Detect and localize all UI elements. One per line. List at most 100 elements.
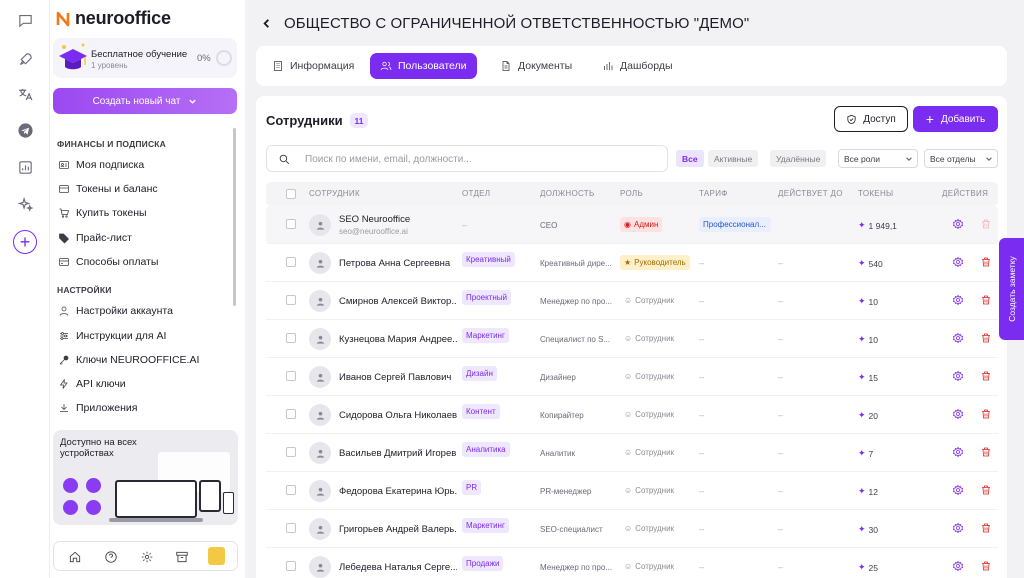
delete-trash-icon[interactable] [980, 522, 992, 534]
chart-icon[interactable] [14, 156, 36, 178]
translate-icon[interactable] [14, 83, 36, 105]
menu-item-keys[interactable]: Ключи NEUROOFFICE.AI [58, 351, 199, 369]
employee-name[interactable]: Григорьев Андрей Валерь... [339, 524, 457, 535]
help-icon[interactable] [103, 549, 118, 564]
delete-trash-icon[interactable] [980, 370, 992, 382]
row-checkbox[interactable] [286, 219, 296, 229]
employee-name[interactable]: SEO Neurooffice [339, 214, 457, 225]
table-row[interactable]: Смирнов Алексей Виктор... Проектный Мене… [266, 282, 998, 320]
table-row[interactable]: Лебедева Наталья Серге... Продажи Менедж… [266, 548, 998, 578]
delete-trash-icon[interactable] [980, 256, 992, 268]
settings-icon[interactable] [139, 549, 154, 564]
delete-trash-icon[interactable] [980, 446, 992, 458]
devices-banner[interactable]: Доступно на всех устройствах [53, 430, 238, 525]
apple-icon[interactable] [63, 478, 78, 493]
menu-item-tokens[interactable]: Токены и баланс [58, 180, 158, 198]
column-header[interactable]: ОТДЕЛ [462, 189, 490, 198]
employee-name[interactable]: Кузнецова Мария Андрее... [339, 334, 457, 345]
table-row[interactable]: Иванов Сергей Павлович Дизайн Дизайнер ☺… [266, 358, 998, 396]
table-row[interactable]: Григорьев Андрей Валерь... Маркетинг SEO… [266, 510, 998, 548]
employee-name[interactable]: Иванов Сергей Павлович [339, 372, 457, 383]
column-header[interactable]: ТОКЕНЫ [858, 189, 893, 198]
settings-gear-icon[interactable] [952, 294, 964, 306]
table-row[interactable]: SEO Neurooffice seo@neurooffice.ai – CEO… [266, 206, 998, 244]
row-checkbox[interactable] [286, 295, 296, 305]
home-icon[interactable] [67, 549, 82, 564]
row-checkbox[interactable] [286, 561, 296, 571]
settings-gear-icon[interactable] [952, 484, 964, 496]
delete-trash-icon[interactable] [980, 294, 992, 306]
employee-name[interactable]: Сидорова Ольга Николаев... [339, 410, 457, 421]
android-icon[interactable] [63, 500, 78, 515]
settings-gear-icon[interactable] [952, 332, 964, 344]
tab-documents[interactable]: Документы [490, 53, 582, 79]
settings-gear-icon[interactable] [952, 560, 964, 572]
archive-icon[interactable] [174, 549, 189, 564]
delete-trash-icon[interactable] [980, 332, 992, 344]
filter-deleted[interactable]: Удалённые [770, 150, 827, 167]
filter-active[interactable]: Активные [708, 150, 759, 167]
row-checkbox[interactable] [286, 371, 296, 381]
row-checkbox[interactable] [286, 485, 296, 495]
create-note-tab[interactable]: Создать заметку [999, 238, 1024, 340]
menu-item-payment-methods[interactable]: Способы оплаты [58, 253, 158, 271]
row-checkbox[interactable] [286, 257, 296, 267]
telegram-icon[interactable] [86, 500, 101, 515]
employee-name[interactable]: Федорова Екатерина Юрь... [339, 486, 457, 497]
menu-item-api-keys[interactable]: API ключи [58, 375, 126, 393]
windows-icon[interactable] [86, 478, 101, 493]
settings-gear-icon[interactable] [952, 522, 964, 534]
column-header[interactable]: СОТРУДНИК [309, 189, 360, 198]
column-header[interactable]: РОЛЬ [620, 189, 643, 198]
menu-item-price-list[interactable]: Прайс-лист [58, 229, 132, 247]
table-row[interactable]: Петрова Анна Сергеевна Креативный Креати… [266, 244, 998, 282]
employee-name[interactable]: Лебедева Наталья Серге... [339, 562, 457, 573]
delete-trash-icon[interactable] [980, 560, 992, 572]
row-checkbox[interactable] [286, 333, 296, 343]
row-checkbox[interactable] [286, 523, 296, 533]
new-chat-button[interactable]: Создать новый чат [53, 88, 237, 114]
settings-gear-icon[interactable] [952, 446, 964, 458]
column-header[interactable]: ДОЛЖНОСТЬ [540, 189, 595, 198]
delete-trash-icon[interactable] [980, 484, 992, 496]
back-button[interactable] [257, 14, 275, 32]
gift-icon[interactable] [208, 547, 225, 565]
row-checkbox[interactable] [286, 447, 296, 457]
table-row[interactable]: Федорова Екатерина Юрь... PR PR-менеджер… [266, 472, 998, 510]
menu-item-ai-instructions[interactable]: Инструкции для AI [58, 327, 166, 345]
column-header[interactable]: ДЕЙСТВИЯ [942, 189, 988, 198]
table-row[interactable]: Кузнецова Мария Андрее... Маркетинг Спец… [266, 320, 998, 358]
roles-select[interactable]: Все роли [838, 149, 918, 168]
logo[interactable]: neurooffice [56, 8, 171, 29]
menu-item-subscription[interactable]: Моя подписка [58, 156, 144, 174]
sidebar-scrollbar[interactable] [233, 128, 236, 306]
employee-name[interactable]: Петрова Анна Сергеевна [339, 258, 457, 269]
add-workspace-button[interactable]: + [13, 230, 37, 254]
table-row[interactable]: Васильев Дмитрий Игорев... Аналитика Ана… [266, 434, 998, 472]
employee-name[interactable]: Смирнов Алексей Виктор... [339, 296, 457, 307]
settings-gear-icon[interactable] [952, 256, 964, 268]
tab-users[interactable]: Пользователи [370, 53, 477, 79]
access-button[interactable]: Доступ [834, 106, 908, 132]
employee-name[interactable]: Васильев Дмитрий Игорев... [339, 448, 457, 459]
tab-info[interactable]: Информация [262, 53, 364, 79]
select-all-checkbox[interactable] [286, 189, 296, 199]
settings-gear-icon[interactable] [952, 370, 964, 382]
menu-item-buy-tokens[interactable]: Купить токены [58, 204, 147, 222]
settings-gear-icon[interactable] [952, 408, 964, 420]
menu-item-apps[interactable]: Приложения [58, 399, 137, 417]
row-checkbox[interactable] [286, 409, 296, 419]
telegram-icon[interactable] [14, 119, 36, 141]
departments-select[interactable]: Все отделы [924, 149, 998, 168]
training-promo[interactable]: Бесплатное обучение 1 уровень 0% [53, 38, 237, 78]
add-employee-button[interactable]: + Добавить [913, 106, 998, 132]
tab-dashboards[interactable]: Дашборды [592, 53, 683, 79]
column-header[interactable]: ТАРИФ [699, 189, 728, 198]
delete-trash-icon[interactable] [980, 408, 992, 420]
search-input[interactable] [305, 151, 655, 167]
table-row[interactable]: Сидорова Ольга Николаев... Контент Копир… [266, 396, 998, 434]
column-header[interactable]: ДЕЙСТВУЕТ ДО [778, 189, 843, 198]
rocket-icon[interactable] [14, 48, 36, 70]
chat-icon[interactable] [14, 9, 36, 31]
settings-gear-icon[interactable] [952, 218, 964, 230]
